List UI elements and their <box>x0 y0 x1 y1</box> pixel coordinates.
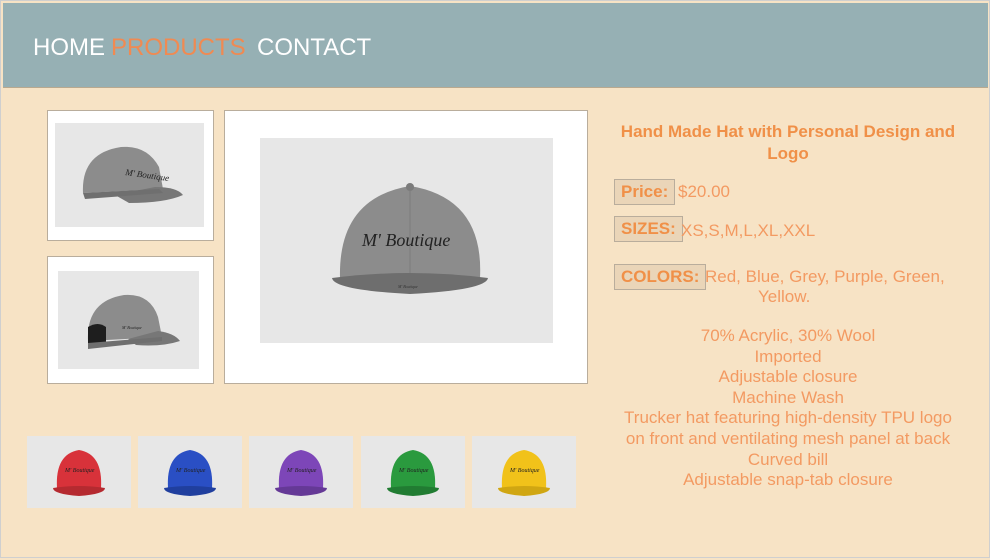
thumbnail-image-bg: M' Boutique <box>55 123 204 227</box>
thumbnail-side-view[interactable]: M' Boutique <box>47 110 214 241</box>
description-line: Imported <box>754 346 822 366</box>
hat-back-image: M' Boutique <box>87 294 180 349</box>
swatch-green[interactable]: M' Boutique <box>361 436 465 508</box>
description-line: 70% Acrylic, 30% Wool <box>700 326 876 345</box>
hat-purple-image: M' Boutique <box>275 450 327 496</box>
svg-text:M' Boutique: M' Boutique <box>397 284 418 289</box>
thumbnail-image-bg: M' Boutique <box>58 271 199 369</box>
description-line: Curved bill <box>747 449 829 469</box>
svg-text:M' Boutique: M' Boutique <box>398 468 429 474</box>
sizes-value: XS,S,M,L,XL,XXL <box>681 221 816 240</box>
svg-text:M' Boutique: M' Boutique <box>175 468 206 474</box>
product-title: Hand Made Hat with Personal Design and L… <box>620 122 956 163</box>
nav-home-link[interactable]: HOME <box>33 34 105 62</box>
swatch-yellow[interactable]: M' Boutique <box>472 436 576 508</box>
price-label: Price: <box>614 179 676 205</box>
sizes-label: SIZES: <box>614 216 683 242</box>
price-value: $20.00 <box>678 182 730 201</box>
colors-value-line1: Red, Blue, Grey, Purple, Green, <box>705 267 945 286</box>
svg-text:M' Boutique: M' Boutique <box>286 468 317 474</box>
hat-front-image: M' Boutique M' Boutique <box>332 183 488 294</box>
hat-logo-text: M' Boutique <box>361 230 450 250</box>
svg-text:M' Boutique: M' Boutique <box>509 468 540 474</box>
hat-side-image: M' Boutique <box>82 146 183 203</box>
top-navigation: HOME PRODUCTS CONTACT <box>3 3 988 88</box>
description-line: Adjustable snap-tab closure <box>683 470 893 490</box>
description-line: on front and ventilating mesh panel at b… <box>625 428 951 448</box>
hat-blue-image: M' Boutique <box>164 450 216 496</box>
colors-label: COLORS: <box>614 264 707 290</box>
product-description: 70% Acrylic, 30% Wool Imported Adjustabl… <box>598 326 978 491</box>
swatch-purple[interactable]: M' Boutique <box>249 436 353 508</box>
nav-products-link[interactable]: PRODUCTS <box>111 34 246 62</box>
svg-text:M' Boutique: M' Boutique <box>64 468 95 474</box>
swatch-blue[interactable]: M' Boutique <box>138 436 242 508</box>
nav-contact-link[interactable]: CONTACT <box>257 34 371 62</box>
swatch-red[interactable]: M' Boutique <box>27 436 131 508</box>
description-line: Trucker hat featuring high-density TPU l… <box>624 408 952 428</box>
main-product-image: M' Boutique M' Boutique <box>224 110 588 384</box>
main-image-bg: M' Boutique M' Boutique <box>260 138 553 343</box>
hat-yellow-image: M' Boutique <box>498 450 550 496</box>
description-line: Adjustable closure <box>718 367 858 387</box>
svg-text:M' Boutique: M' Boutique <box>121 325 142 330</box>
hat-red-image: M' Boutique <box>53 450 105 496</box>
hat-green-image: M' Boutique <box>387 450 439 496</box>
thumbnail-back-view[interactable]: M' Boutique <box>47 256 214 384</box>
colors-value-line2: Yellow. <box>758 287 811 306</box>
description-line: Machine Wash <box>732 387 844 407</box>
